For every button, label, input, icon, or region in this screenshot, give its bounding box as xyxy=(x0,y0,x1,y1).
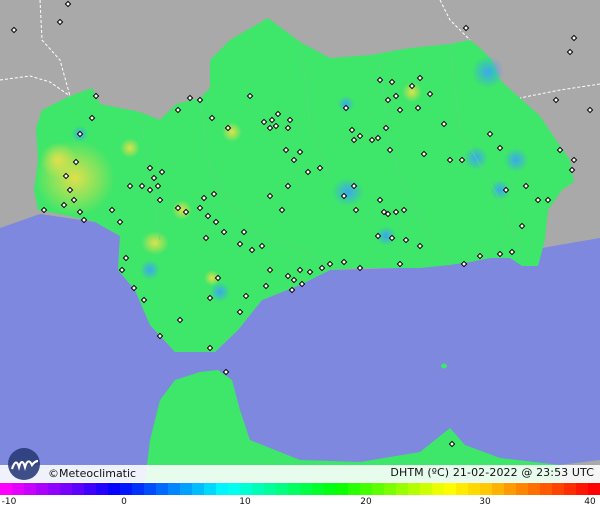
warm-spot xyxy=(222,122,242,142)
cold-spot xyxy=(210,282,230,302)
scale-color-block xyxy=(336,483,349,495)
scale-color-block xyxy=(384,483,397,495)
scale-tick-label: -10 xyxy=(1,497,17,507)
scale-color-block xyxy=(48,483,61,495)
caption-tz: UTC xyxy=(571,466,594,479)
warm-spot xyxy=(40,142,76,178)
scale-color-block xyxy=(372,483,385,495)
cold-spot xyxy=(140,260,160,280)
scale-color-block xyxy=(120,483,133,495)
scale-color-block xyxy=(456,483,469,495)
scale-color-block xyxy=(180,483,193,495)
scale-color-block xyxy=(516,483,529,495)
color-scale-labels: -10 0 10 20 30 40 xyxy=(0,497,600,511)
caption-time: 23:53 xyxy=(536,466,569,479)
scale-color-block xyxy=(312,483,325,495)
map-root: ©Meteoclimatic DHTM (ºC) 21-02-2022 @ 23… xyxy=(0,0,600,517)
scale-color-block xyxy=(552,483,565,495)
scale-color-block xyxy=(528,483,541,495)
scale-tick-label: 0 xyxy=(121,497,127,507)
scale-color-block xyxy=(468,483,481,495)
scale-color-block xyxy=(216,483,229,495)
scale-color-block xyxy=(84,483,97,495)
meteoclimatic-logo-icon xyxy=(8,448,40,480)
scale-color-block xyxy=(156,483,169,495)
cold-spot xyxy=(472,56,504,88)
scale-color-block xyxy=(60,483,73,495)
cold-spot xyxy=(504,148,528,172)
scale-color-block xyxy=(420,483,433,495)
scale-color-block xyxy=(504,483,517,495)
scale-color-block xyxy=(360,483,373,495)
scale-color-block xyxy=(348,483,361,495)
scale-color-block xyxy=(564,483,577,495)
temperature-map[interactable] xyxy=(0,0,600,482)
brand-name: Meteoclimatic xyxy=(59,467,137,480)
scale-color-block xyxy=(0,483,13,495)
caption-date: 21-02-2022 xyxy=(452,466,518,479)
scale-color-block xyxy=(240,483,253,495)
scale-tick-label: 20 xyxy=(360,497,372,507)
scale-color-block xyxy=(12,483,25,495)
scale-color-block xyxy=(96,483,109,495)
warm-spot xyxy=(141,231,169,255)
variable-unit: (ºC) xyxy=(427,466,450,479)
color-scale-bar xyxy=(0,483,600,495)
scale-color-block xyxy=(432,483,445,495)
scale-color-block xyxy=(444,483,457,495)
warm-spot xyxy=(120,138,140,158)
variable-name: DHTM xyxy=(390,466,424,479)
scale-color-block xyxy=(288,483,301,495)
scale-tick-label: 40 xyxy=(584,497,596,507)
scale-color-block xyxy=(576,483,589,495)
map-caption: DHTM (ºC) 21-02-2022 @ 23:53 UTC xyxy=(390,466,594,479)
scale-color-block xyxy=(264,483,277,495)
scale-tick-label: 30 xyxy=(479,497,491,507)
scale-color-block xyxy=(324,483,337,495)
scale-color-block xyxy=(108,483,121,495)
cold-spot xyxy=(332,178,364,206)
scale-color-block xyxy=(300,483,313,495)
scale-color-block xyxy=(144,483,157,495)
scale-color-block xyxy=(228,483,241,495)
scale-color-block xyxy=(24,483,37,495)
copyright-symbol: © xyxy=(48,467,59,480)
scale-color-block xyxy=(204,483,217,495)
scale-color-block xyxy=(492,483,505,495)
scale-color-block xyxy=(132,483,145,495)
scale-color-block xyxy=(276,483,289,495)
scale-color-block xyxy=(36,483,49,495)
scale-color-block xyxy=(72,483,85,495)
scale-color-block xyxy=(252,483,265,495)
scale-color-block xyxy=(540,483,553,495)
scale-color-block xyxy=(192,483,205,495)
scale-color-block xyxy=(480,483,493,495)
scale-color-block xyxy=(408,483,421,495)
scale-color-block xyxy=(588,483,600,495)
warm-spot xyxy=(172,200,192,220)
caption-at: @ xyxy=(521,466,533,479)
scale-tick-label: 10 xyxy=(239,497,251,507)
island xyxy=(441,363,447,369)
brand-label: ©Meteoclimatic xyxy=(48,467,136,480)
scale-color-block xyxy=(168,483,181,495)
scale-color-block xyxy=(396,483,409,495)
